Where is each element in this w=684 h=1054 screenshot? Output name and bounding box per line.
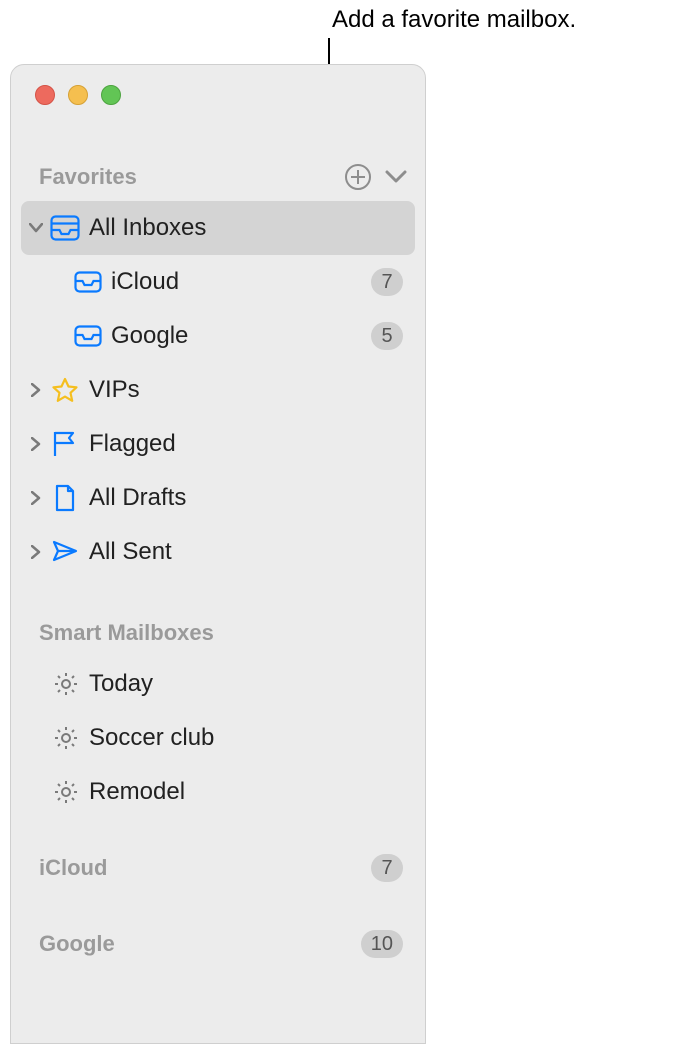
favorites-header-actions	[345, 164, 407, 190]
account-label: iCloud	[39, 855, 371, 881]
sidebar-item-label: Soccer club	[83, 724, 403, 752]
favorites-menu-button[interactable]	[385, 170, 407, 184]
inbox-icon	[74, 271, 102, 293]
sidebar-item-flagged[interactable]: Flagged	[21, 417, 415, 471]
favorites-header: Favorites	[11, 153, 425, 201]
sidebar-item-label: All Inboxes	[83, 214, 403, 242]
disclosure-toggle[interactable]	[25, 223, 47, 233]
sidebar-item-label: Google	[105, 322, 371, 350]
account-icloud-header[interactable]: iCloud 7	[21, 841, 415, 895]
plus-icon	[351, 170, 365, 184]
sidebar-item-label: Flagged	[83, 430, 403, 458]
sidebar-item-label: All Sent	[83, 538, 403, 566]
chevron-right-icon	[31, 491, 41, 505]
gear-icon	[53, 671, 79, 697]
smart-mailbox-today[interactable]: Today	[21, 657, 415, 711]
unread-badge: 7	[371, 268, 403, 296]
sidebar-item-label: Today	[83, 670, 403, 698]
inbox-icon	[74, 325, 102, 347]
chevron-right-icon	[31, 437, 41, 451]
flag-icon	[52, 430, 78, 458]
document-icon	[54, 484, 76, 512]
sidebar-item-all-drafts[interactable]: All Drafts	[21, 471, 415, 525]
gear-icon	[53, 725, 79, 751]
all-inboxes-icon	[50, 215, 80, 241]
chevron-down-icon	[385, 170, 407, 184]
favorites-title: Favorites	[39, 164, 345, 190]
disclosure-toggle[interactable]	[25, 491, 47, 505]
smart-mailboxes-title: Smart Mailboxes	[39, 620, 407, 646]
sidebar-item-google-inbox[interactable]: Google 5	[21, 309, 415, 363]
disclosure-toggle[interactable]	[25, 437, 47, 451]
zoom-window-button[interactable]	[101, 85, 121, 105]
chevron-down-icon	[29, 223, 43, 233]
sidebar-item-all-inboxes[interactable]: All Inboxes	[21, 201, 415, 255]
chevron-right-icon	[31, 545, 41, 559]
unread-badge: 7	[371, 854, 403, 882]
smart-mailbox-remodel[interactable]: Remodel	[21, 765, 415, 819]
account-google-header[interactable]: Google 10	[21, 917, 415, 971]
account-label: Google	[39, 931, 361, 957]
sidebar-item-vips[interactable]: VIPs	[21, 363, 415, 417]
add-favorite-button[interactable]	[345, 164, 371, 190]
chevron-right-icon	[31, 383, 41, 397]
gear-icon	[53, 779, 79, 805]
disclosure-toggle[interactable]	[25, 545, 47, 559]
mail-sidebar-window: Favorites All Inboxes	[10, 64, 426, 1044]
sidebar-item-label: VIPs	[83, 376, 403, 404]
sidebar-item-label: All Drafts	[83, 484, 403, 512]
favorites-list: All Inboxes iCloud 7 Google 5	[11, 201, 425, 579]
sidebar-item-all-sent[interactable]: All Sent	[21, 525, 415, 579]
sidebar-item-icloud-inbox[interactable]: iCloud 7	[21, 255, 415, 309]
smart-mailboxes-list: Today Soccer club Remodel	[11, 657, 425, 819]
sidebar-item-label: Remodel	[83, 778, 403, 806]
disclosure-toggle[interactable]	[25, 383, 47, 397]
paper-plane-icon	[51, 539, 79, 565]
close-window-button[interactable]	[35, 85, 55, 105]
unread-badge: 10	[361, 930, 403, 958]
window-controls	[11, 65, 425, 105]
smart-mailbox-soccer-club[interactable]: Soccer club	[21, 711, 415, 765]
star-icon	[51, 377, 79, 403]
minimize-window-button[interactable]	[68, 85, 88, 105]
unread-badge: 5	[371, 322, 403, 350]
callout-text: Add a favorite mailbox.	[332, 6, 576, 34]
sidebar-item-label: iCloud	[105, 268, 371, 296]
smart-mailboxes-header: Smart Mailboxes	[11, 609, 425, 657]
